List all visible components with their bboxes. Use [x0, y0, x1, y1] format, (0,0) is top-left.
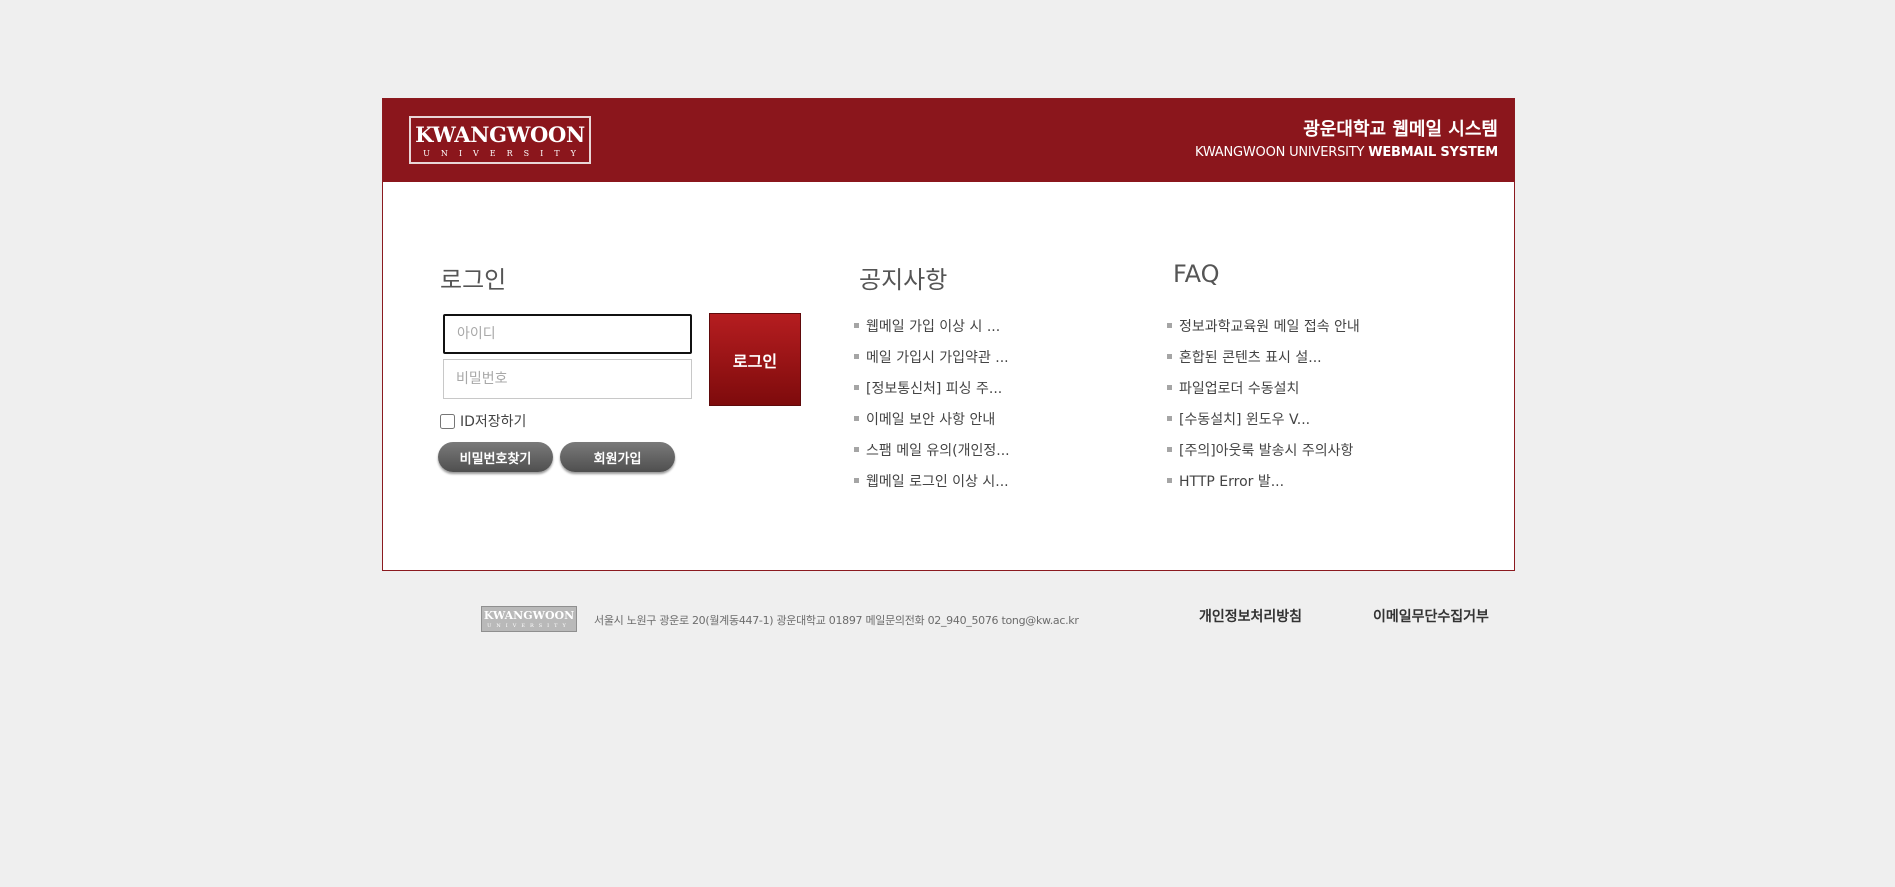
footer-logo-sub: UNIVERSITY: [487, 623, 571, 629]
faq-item[interactable]: 혼합된 콘텐츠 표시 설...: [1167, 347, 1360, 378]
footer-address: 서울시 노원구 광운로 20(월계동447-1) 광운대학교 01897 메일문…: [594, 614, 1079, 627]
faq-item[interactable]: 정보과학교육원 메일 접속 안내: [1167, 316, 1360, 347]
notice-item[interactable]: 웹메일 가입 이상 시 ...: [854, 316, 1010, 347]
university-logo: KWANGWOON UNIVERSITY: [409, 116, 591, 164]
remember-id[interactable]: ID저장하기: [440, 411, 526, 431]
login-section-title: 로그인: [440, 266, 507, 294]
remember-id-checkbox[interactable]: [440, 413, 455, 429]
header-banner: KWANGWOON UNIVERSITY 광운대학교 웹메일 시스템 KWANG…: [383, 99, 1514, 182]
header-title-en-prefix: KWANGWOON UNIVERSITY: [1195, 145, 1365, 160]
remember-id-label: ID저장하기: [460, 414, 527, 430]
faq-item[interactable]: [주의]아웃룩 발송시 주의사항: [1167, 440, 1360, 471]
notice-item[interactable]: 이메일 보안 사항 안내: [854, 409, 1010, 440]
login-panel: KWANGWOON UNIVERSITY 광운대학교 웹메일 시스템 KWANG…: [382, 98, 1515, 571]
notice-item[interactable]: [정보통신처] 피싱 주...: [854, 378, 1010, 409]
faq-item[interactable]: 파일업로더 수동설치: [1167, 378, 1360, 409]
notice-item[interactable]: 메일 가입시 가입약관 ...: [854, 347, 1010, 378]
header-title-en-bold: WEBMAIL SYSTEM: [1368, 145, 1498, 160]
find-password-button[interactable]: 비밀번호찾기: [438, 442, 553, 472]
logo-main-text: KWANGWOON: [415, 122, 585, 147]
notice-section-title: 공지사항: [859, 266, 948, 294]
footer-logo: KWANGWOON UNIVERSITY: [481, 606, 577, 632]
password-input[interactable]: [443, 359, 692, 399]
faq-item[interactable]: [수동설치] 윈도우 V...: [1167, 409, 1360, 440]
faq-section-title: FAQ: [1173, 260, 1220, 288]
faq-list: 정보과학교육원 메일 접속 안내 혼합된 콘텐츠 표시 설... 파일업로더 수…: [1167, 316, 1360, 502]
faq-item[interactable]: HTTP Error 발...: [1167, 471, 1360, 502]
header-title-english: KWANGWOON UNIVERSITY WEBMAIL SYSTEM: [1195, 145, 1498, 160]
footer-logo-main: KWANGWOON: [483, 609, 575, 622]
header-title-korean: 광운대학교 웹메일 시스템: [1303, 119, 1498, 140]
notice-list: 웹메일 가입 이상 시 ... 메일 가입시 가입약관 ... [정보통신처] …: [854, 316, 1010, 502]
notice-item[interactable]: 웹메일 로그인 이상 시...: [854, 471, 1010, 502]
privacy-policy-link[interactable]: 개인정보처리방침: [1199, 606, 1302, 626]
id-input[interactable]: [443, 314, 692, 354]
logo-sub-text: UNIVERSITY: [423, 149, 587, 158]
signup-button[interactable]: 회원가입: [560, 442, 675, 472]
notice-item[interactable]: 스팸 메일 유의(개인정...: [854, 440, 1010, 471]
login-button[interactable]: 로그인: [709, 313, 801, 406]
email-collection-refusal-link[interactable]: 이메일무단수집거부: [1373, 606, 1489, 626]
